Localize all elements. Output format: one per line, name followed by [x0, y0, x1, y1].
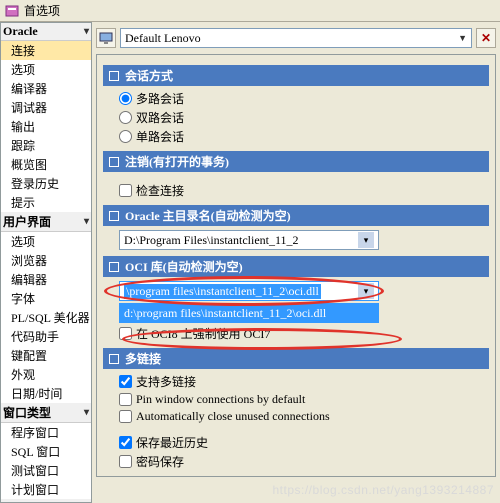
sidebar-item-connection[interactable]: 连接 [1, 41, 91, 60]
sidebar-cat-tools[interactable]: 工具▾ [1, 499, 91, 503]
section-session: 会话方式 [103, 65, 489, 86]
force-oci7-checkbox[interactable] [119, 327, 132, 340]
checkbox-row[interactable]: 密码保存 [119, 453, 489, 470]
sidebar-item[interactable]: 概览图 [1, 155, 91, 174]
sidebar-item[interactable]: 代码助手 [1, 327, 91, 346]
sidebar-item[interactable]: 浏览器 [1, 251, 91, 270]
radio-dual-session[interactable] [119, 111, 132, 124]
section-logoff: 注销(有打开的事务) [103, 151, 489, 172]
oci-library-combo[interactable]: \program files\instantclient_11_2\oci.dl… [119, 281, 379, 301]
chevron-down-icon: ▾ [358, 232, 374, 248]
checkbox-row[interactable]: 检查连接 [119, 182, 489, 199]
toolbar: Default Lenovo ▼ ✕ [96, 26, 496, 54]
sidebar-cat-windowtypes[interactable]: 窗口类型▾ [1, 403, 91, 423]
sidebar-item[interactable]: 编译器 [1, 79, 91, 98]
radio-row[interactable]: 多路会话 [119, 90, 489, 107]
profile-value: Default Lenovo [125, 31, 201, 46]
sidebar-item[interactable]: 编辑器 [1, 270, 91, 289]
sidebar-item[interactable]: 提示 [1, 193, 91, 212]
chevron-down-icon: ▼ [458, 33, 467, 43]
sidebar-item[interactable]: 日期/时间 [1, 384, 91, 403]
window-title: 首选项 [24, 2, 60, 19]
sidebar-cat-oracle[interactable]: Oracle▾ [1, 23, 91, 41]
checkbox-row[interactable]: Automatically close unused connections [119, 409, 489, 424]
sidebar-item[interactable]: 测试窗口 [1, 461, 91, 480]
sidebar-item[interactable]: 选项 [1, 60, 91, 79]
oracle-home-combo[interactable]: D:\Program Files\instantclient_11_2▾ [119, 230, 379, 250]
sidebar-item[interactable]: 调试器 [1, 98, 91, 117]
radio-single-session[interactable] [119, 130, 132, 143]
sidebar-item[interactable]: 输出 [1, 117, 91, 136]
pin-windows-checkbox[interactable] [119, 393, 132, 406]
sidebar-cat-ui[interactable]: 用户界面▾ [1, 212, 91, 232]
section-multi-conn: 多链接 [103, 348, 489, 369]
sidebar-item[interactable]: 选项 [1, 232, 91, 251]
chevron-down-icon: ▾ [84, 26, 89, 37]
sidebar-item[interactable]: 字体 [1, 289, 91, 308]
chevron-down-icon: ▾ [84, 407, 89, 418]
checkbox-row[interactable]: 保存最近历史 [119, 434, 489, 451]
x-icon: ✕ [481, 31, 491, 46]
check-connection-checkbox[interactable] [119, 184, 132, 197]
sidebar-item[interactable]: 登录历史 [1, 174, 91, 193]
save-history-checkbox[interactable] [119, 436, 132, 449]
sidebar-item[interactable]: SQL 窗口 [1, 442, 91, 461]
app-icon [4, 3, 20, 19]
sidebar-item[interactable]: 外观 [1, 365, 91, 384]
oci-dropdown-option[interactable]: d:\program files\instantclient_11_2\oci.… [119, 303, 379, 323]
profile-select[interactable]: Default Lenovo ▼ [120, 28, 472, 48]
checkbox-row[interactable]: 支持多链接 [119, 373, 489, 390]
sidebar-item[interactable]: 跟踪 [1, 136, 91, 155]
radio-multi-session[interactable] [119, 92, 132, 105]
save-password-checkbox[interactable] [119, 455, 132, 468]
delete-profile-button[interactable]: ✕ [476, 28, 496, 48]
checkbox-row[interactable]: Pin window connections by default [119, 392, 489, 407]
sidebar-tree[interactable]: Oracle▾ 连接 选项 编译器 调试器 输出 跟踪 概览图 登录历史 提示 … [0, 22, 92, 503]
support-multi-checkbox[interactable] [119, 375, 132, 388]
auto-close-checkbox[interactable] [119, 410, 132, 423]
sidebar-item[interactable]: 程序窗口 [1, 423, 91, 442]
profile-button[interactable] [96, 28, 116, 48]
monitor-icon [99, 31, 113, 45]
section-oci: OCI 库(自动检测为空) [103, 256, 489, 277]
sidebar-item[interactable]: 计划窗口 [1, 480, 91, 499]
chevron-down-icon: ▾ [84, 216, 89, 227]
titlebar: 首选项 [0, 0, 500, 22]
section-oracle-home: Oracle 主目录名(自动检测为空) [103, 205, 489, 226]
sidebar-item[interactable]: PL/SQL 美化器 [1, 308, 91, 327]
radio-row[interactable]: 单路会话 [119, 128, 489, 145]
checkbox-row[interactable]: 在 OCI8 上强制使用 OCI7 [119, 325, 489, 342]
watermark: https://blog.csdn.net/yang1393214887 [273, 483, 495, 497]
chevron-down-icon: ▾ [358, 283, 374, 299]
radio-row[interactable]: 双路会话 [119, 109, 489, 126]
sidebar-item[interactable]: 键配置 [1, 346, 91, 365]
